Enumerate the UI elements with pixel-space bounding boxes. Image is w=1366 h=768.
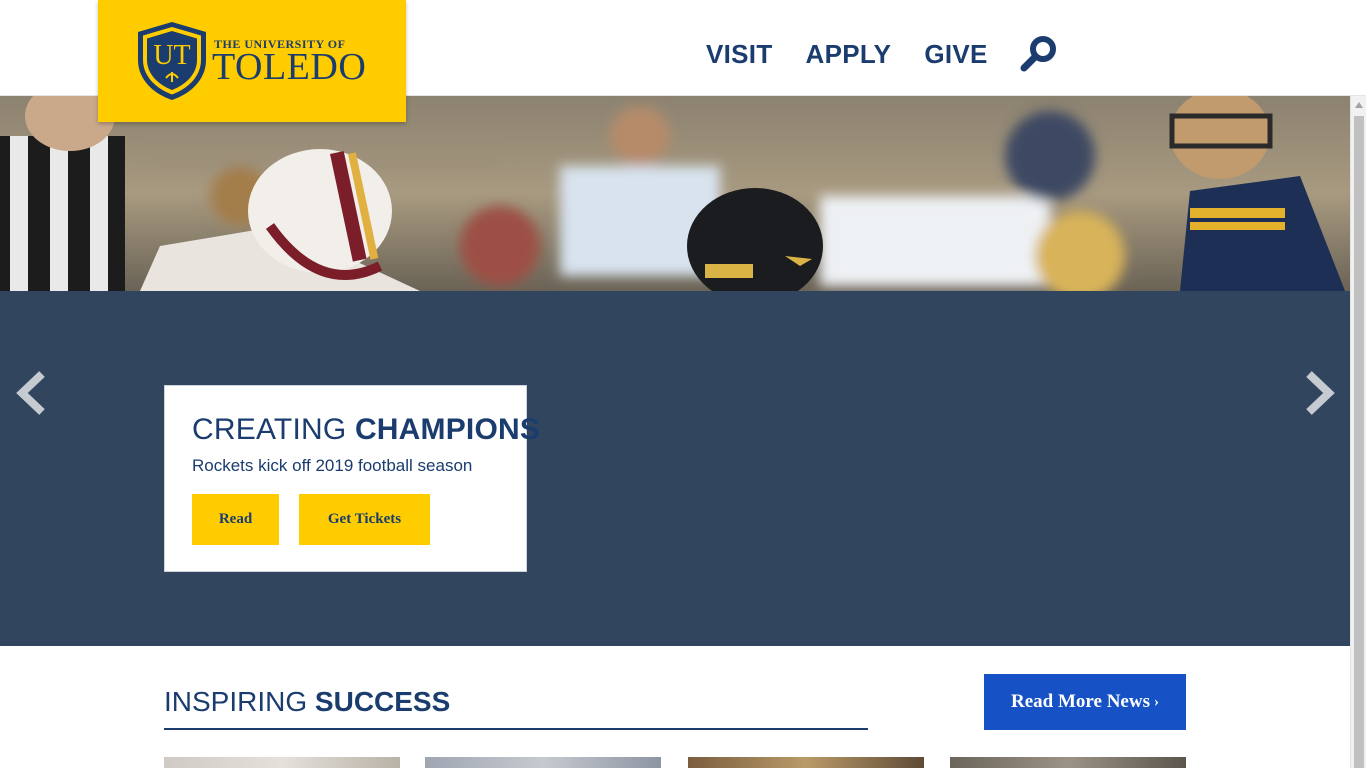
shield-logo-icon: UT (138, 22, 206, 100)
chevron-right-small-icon: › (1153, 693, 1159, 710)
hero-image (0, 96, 1350, 291)
news-thumbnail[interactable] (164, 757, 400, 768)
read-button[interactable]: Read (192, 494, 279, 545)
get-tickets-button[interactable]: Get Tickets (299, 494, 430, 545)
primary-nav: VISIT APPLY GIVE (706, 34, 1059, 74)
svg-text:UT: UT (153, 40, 190, 71)
hero-title-bold: CHAMPIONS (354, 413, 541, 446)
read-more-news-label: Read More News (1011, 691, 1150, 712)
nav-apply-link[interactable]: APPLY (806, 39, 892, 70)
section-divider (164, 728, 868, 730)
nav-visit-link[interactable]: VISIT (706, 39, 773, 70)
hero-title: CREATING CHAMPIONS (192, 413, 540, 447)
scrollbar-thumb[interactable] (1354, 116, 1364, 768)
read-more-news-button[interactable]: Read More News › (984, 674, 1186, 730)
news-title-light: INSPIRING (164, 686, 308, 717)
football-photo (0, 96, 1350, 291)
news-title-bold: SUCCESS (314, 686, 451, 717)
search-button[interactable] (1019, 34, 1059, 74)
news-section-title: INSPIRING SUCCESS (164, 686, 450, 718)
carousel-next-button[interactable] (1303, 370, 1337, 416)
carousel-prev-button[interactable] (14, 370, 48, 416)
news-thumbnail[interactable] (688, 757, 924, 768)
chevron-right-icon (1306, 371, 1335, 415)
news-thumbnail[interactable] (950, 757, 1186, 768)
news-thumbnail[interactable] (425, 757, 661, 768)
hero-card: CREATING CHAMPIONS Rockets kick off 2019… (164, 385, 540, 572)
search-icon (1020, 36, 1056, 72)
scroll-up-arrow-icon[interactable] (1351, 96, 1366, 113)
vertical-scrollbar[interactable] (1350, 96, 1366, 768)
hero-title-light: CREATING (192, 413, 347, 446)
logo-toledo: TOLEDO (212, 46, 367, 88)
university-logo[interactable]: UT THE UNIVERSITY OF TOLEDO (98, 0, 406, 122)
hero-subtitle: Rockets kick off 2019 football season (192, 456, 473, 475)
chevron-left-icon (16, 371, 45, 415)
nav-give-link[interactable]: GIVE (924, 39, 987, 70)
